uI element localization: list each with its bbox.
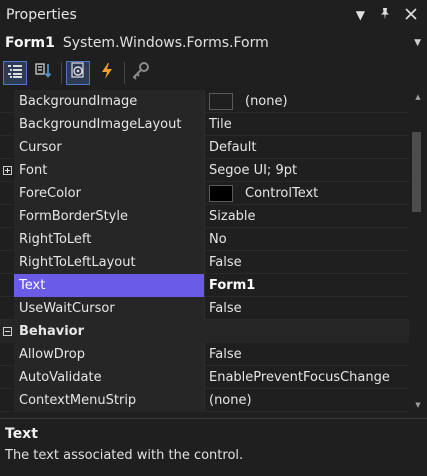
- property-row-allowdrop[interactable]: AllowDrop False: [0, 342, 409, 366]
- scroll-up-icon[interactable]: ▲: [409, 90, 427, 104]
- property-name: BackgroundImageLayout: [14, 112, 204, 136]
- property-pages-icon: [132, 61, 150, 84]
- property-row-forecolor[interactable]: ForeColor ControlText: [0, 181, 409, 205]
- property-value[interactable]: (none): [204, 388, 409, 412]
- category-name: Behavior: [19, 324, 85, 339]
- title-controls: ▼: [356, 7, 417, 22]
- panel-title: Properties: [6, 6, 77, 23]
- property-name: FormBorderStyle: [14, 204, 204, 228]
- property-value-text: ControlText: [245, 185, 319, 201]
- scroll-down-icon[interactable]: ▼: [409, 398, 427, 412]
- property-name: AllowDrop: [14, 342, 204, 366]
- toolbar-separator: [61, 61, 62, 84]
- color-swatch: [209, 184, 233, 202]
- property-row-font[interactable]: Font Segoe UI; 9pt: [0, 158, 409, 182]
- category-row-behavior[interactable]: Behavior: [0, 320, 409, 343]
- chevron-down-icon[interactable]: ▼: [414, 38, 421, 48]
- categorized-button[interactable]: [3, 60, 27, 85]
- collapse-icon[interactable]: [2, 327, 12, 336]
- events-icon: [99, 62, 115, 84]
- property-row-righttoleft[interactable]: RightToLeft No: [0, 227, 409, 251]
- property-value[interactable]: ControlText: [204, 181, 409, 205]
- property-name: Font: [14, 158, 204, 182]
- panel-titlebar: Properties ▼: [0, 0, 427, 29]
- properties-toolbar: [0, 57, 427, 88]
- property-value[interactable]: Sizable: [204, 204, 409, 228]
- description-text: The text associated with the control.: [5, 448, 244, 463]
- properties-button[interactable]: [66, 60, 90, 85]
- property-value[interactable]: False: [204, 250, 409, 274]
- property-name: UseWaitCursor: [14, 296, 204, 320]
- property-value[interactable]: False: [204, 296, 409, 320]
- property-value[interactable]: No: [204, 227, 409, 251]
- scrollbar-thumb[interactable]: [412, 132, 421, 212]
- alphabetical-icon: [35, 62, 53, 84]
- property-row-usewaitcursor[interactable]: UseWaitCursor False: [0, 296, 409, 320]
- properties-icon: [69, 61, 87, 84]
- pin-icon[interactable]: [379, 7, 391, 22]
- property-name: BackgroundImage: [14, 90, 204, 113]
- property-name: ForeColor: [14, 181, 204, 205]
- object-selector[interactable]: Form1 System.Windows.Forms.Form ▼: [0, 29, 427, 58]
- property-value-text: (none): [245, 93, 288, 109]
- property-row-autovalidate[interactable]: AutoValidate EnablePreventFocusChange: [0, 365, 409, 389]
- description-panel: Text The text associated with the contro…: [0, 418, 427, 476]
- expand-icon[interactable]: [2, 165, 12, 175]
- property-row-backgroundimagelayout[interactable]: BackgroundImageLayout Tile: [0, 112, 409, 136]
- vertical-scrollbar[interactable]: ▲ ▼: [409, 90, 427, 412]
- property-value[interactable]: EnablePreventFocusChange: [204, 365, 409, 389]
- property-name: RightToLeftLayout: [14, 250, 204, 274]
- property-name: ContextMenuStrip: [14, 388, 204, 412]
- property-value[interactable]: Form1: [204, 273, 409, 297]
- toolbar-separator: [124, 61, 125, 84]
- property-name: Cursor: [14, 135, 204, 159]
- property-row-text[interactable]: Text Form1: [0, 273, 409, 297]
- object-type: System.Windows.Forms.Form: [62, 35, 269, 51]
- property-name: AutoValidate: [14, 365, 204, 389]
- events-button[interactable]: [95, 61, 119, 85]
- property-value[interactable]: Default: [204, 135, 409, 159]
- property-row-formborderstyle[interactable]: FormBorderStyle Sizable: [0, 204, 409, 228]
- property-row-righttoleftlayout[interactable]: RightToLeftLayout False: [0, 250, 409, 274]
- close-icon[interactable]: [405, 7, 417, 22]
- property-name: Text: [14, 273, 204, 297]
- property-value[interactable]: Tile: [204, 112, 409, 136]
- property-pages-button[interactable]: [129, 61, 153, 85]
- property-value[interactable]: Segoe UI; 9pt: [204, 158, 409, 182]
- property-value[interactable]: False: [204, 342, 409, 366]
- dropdown-icon[interactable]: ▼: [356, 9, 365, 21]
- property-name: RightToLeft: [14, 227, 204, 251]
- property-row-cursor[interactable]: Cursor Default: [0, 135, 409, 159]
- object-name: Form1: [5, 35, 55, 51]
- image-preview-swatch: [209, 92, 233, 110]
- alphabetical-button[interactable]: [32, 61, 56, 85]
- property-grid: BackgroundImage (none) BackgroundImageLa…: [0, 90, 409, 412]
- categorized-icon: [7, 63, 23, 83]
- property-row-contextmenustrip[interactable]: ContextMenuStrip (none): [0, 388, 409, 412]
- description-title: Text: [5, 426, 38, 442]
- property-value[interactable]: (none): [204, 90, 409, 113]
- property-row-backgroundimage[interactable]: BackgroundImage (none): [0, 90, 409, 113]
